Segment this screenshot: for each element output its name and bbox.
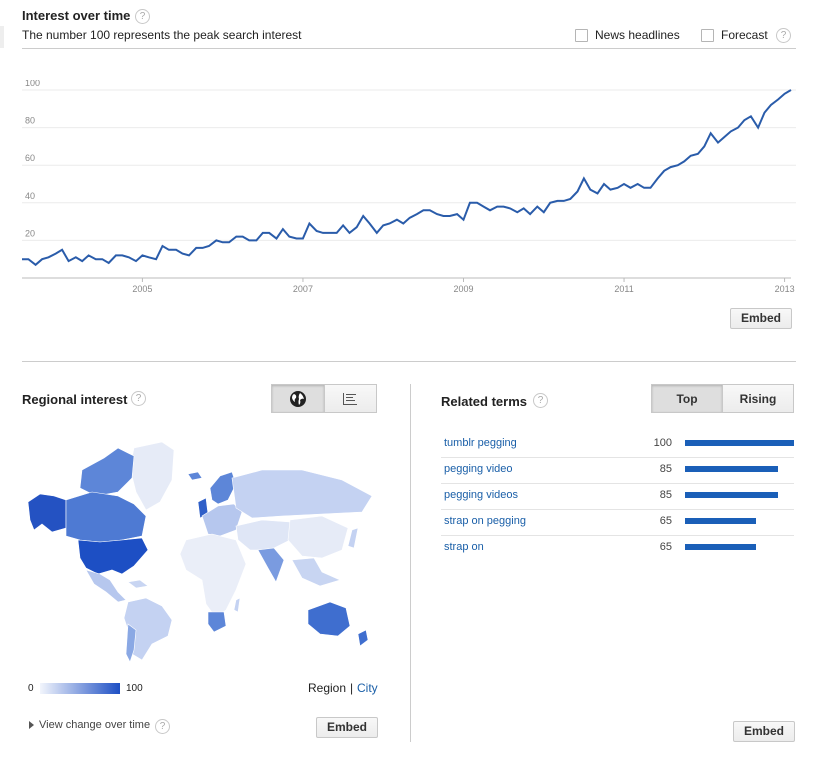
related-term-link[interactable]: strap on	[444, 541, 484, 553]
related-term-bar	[685, 544, 756, 550]
map-region-india	[257, 547, 285, 583]
map-region-japan	[347, 527, 359, 549]
forecast-checkbox[interactable]	[701, 29, 714, 42]
x-tick-label: 2005	[132, 284, 152, 294]
map-region-alaska	[27, 493, 67, 533]
map-region-se-asia	[291, 557, 341, 587]
related-term-row[interactable]: strap on 65	[441, 536, 794, 562]
view-change-over-time-link[interactable]: View change over time	[39, 719, 150, 731]
region-toggle-label[interactable]: Region	[308, 681, 346, 695]
map-region-central-asia	[235, 519, 295, 551]
x-tick-label: 2013	[775, 284, 795, 294]
y-axis-ticks: 20 40 60 80 100	[25, 80, 40, 238]
related-term-value: 85	[659, 463, 672, 475]
related-term-value: 85	[659, 489, 672, 501]
map-region-greenland	[129, 441, 175, 511]
map-region-scandinavia	[209, 471, 237, 505]
related-term-row[interactable]: strap on pegging 65	[441, 510, 794, 536]
help-icon[interactable]: ?	[135, 9, 150, 24]
map-region-iceland	[187, 471, 203, 481]
related-term-value: 65	[659, 541, 672, 553]
related-term-link[interactable]: tumblr pegging	[444, 437, 517, 449]
map-region-china	[287, 515, 349, 559]
tab-top[interactable]: Top	[652, 385, 722, 412]
related-term-row[interactable]: pegging videos 85	[441, 484, 794, 510]
embed-region-button[interactable]: Embed	[316, 717, 378, 738]
vertical-divider	[410, 384, 411, 742]
x-tick-label: 2007	[293, 284, 313, 294]
forecast-help-icon[interactable]: ?	[776, 28, 791, 43]
related-term-link[interactable]: pegging videos	[444, 489, 518, 501]
globe-icon	[289, 390, 306, 407]
y-tick-label: 80	[25, 116, 35, 126]
map-region-canada-north	[79, 447, 135, 497]
y-tick-label: 100	[25, 80, 40, 88]
divider	[22, 361, 796, 362]
embed-chart-button[interactable]: Embed	[730, 308, 792, 329]
related-term-link[interactable]: pegging video	[444, 463, 513, 475]
region-city-separator: |	[350, 681, 354, 695]
map-region-madagascar	[233, 597, 241, 613]
legend-min-value: 0	[28, 683, 34, 694]
map-region-russia	[231, 469, 373, 519]
legend-gradient	[40, 683, 120, 694]
city-toggle-link[interactable]: City	[357, 681, 378, 695]
help-icon[interactable]: ?	[155, 719, 170, 734]
related-term-row[interactable]: tumblr pegging 100	[441, 432, 794, 458]
divider	[22, 48, 796, 49]
y-tick-label: 40	[25, 191, 35, 201]
x-tick-label: 2009	[453, 284, 473, 294]
related-term-bar	[685, 440, 794, 446]
list-icon	[343, 392, 358, 405]
map-view-toggle[interactable]	[271, 384, 377, 413]
section-marker	[0, 26, 4, 48]
y-tick-label: 60	[25, 153, 35, 163]
interest-over-time-title: Interest over time	[22, 8, 131, 23]
y-tick-label: 20	[25, 228, 35, 238]
forecast-label[interactable]: Forecast	[721, 28, 768, 42]
related-term-bar	[685, 518, 756, 524]
map-region-new-zealand	[357, 629, 369, 647]
map-region-usa	[77, 537, 149, 575]
related-term-row[interactable]: pegging video 85	[441, 458, 794, 484]
map-region-south-africa	[207, 611, 227, 633]
news-headlines-label[interactable]: News headlines	[595, 28, 680, 42]
interest-over-time-subtitle: The number 100 represents the peak searc…	[22, 28, 302, 42]
news-headlines-checkbox[interactable]	[575, 29, 588, 42]
related-term-bar	[685, 492, 778, 498]
help-icon[interactable]: ?	[533, 393, 548, 408]
x-tick-label: 2011	[614, 284, 633, 294]
related-term-bar	[685, 466, 778, 472]
tab-rising[interactable]: Rising	[722, 385, 793, 412]
map-region-caribbean	[127, 579, 149, 589]
related-term-link[interactable]: strap on pegging	[444, 515, 526, 527]
help-icon[interactable]: ?	[131, 391, 146, 406]
map-region-mexico	[85, 569, 127, 603]
related-terms-title: Related terms	[441, 394, 527, 409]
legend-max-value: 100	[126, 683, 143, 694]
interest-series-line	[22, 89, 792, 267]
world-map[interactable]	[22, 440, 378, 665]
expand-triangle-icon[interactable]	[29, 721, 34, 729]
map-region-europe	[201, 503, 243, 537]
x-axis-ticks: 2005 2007 2009 2011 2013	[132, 278, 795, 294]
map-region-chile-argentina	[125, 623, 137, 663]
chart-grid	[22, 89, 796, 279]
related-terms-tabs[interactable]: Top Rising	[651, 384, 794, 413]
map-region-canada	[65, 491, 147, 543]
regional-interest-title: Regional interest	[22, 392, 128, 407]
interest-line-chart[interactable]: 20 40 60 80 100 2005 2007 2009 2011 2013	[0, 80, 836, 300]
list-view-button[interactable]	[323, 385, 376, 412]
related-term-value: 100	[653, 437, 672, 449]
map-region-australia	[307, 601, 351, 637]
map-view-button[interactable]	[272, 385, 324, 412]
related-term-value: 65	[659, 515, 672, 527]
embed-related-button[interactable]: Embed	[733, 721, 795, 742]
